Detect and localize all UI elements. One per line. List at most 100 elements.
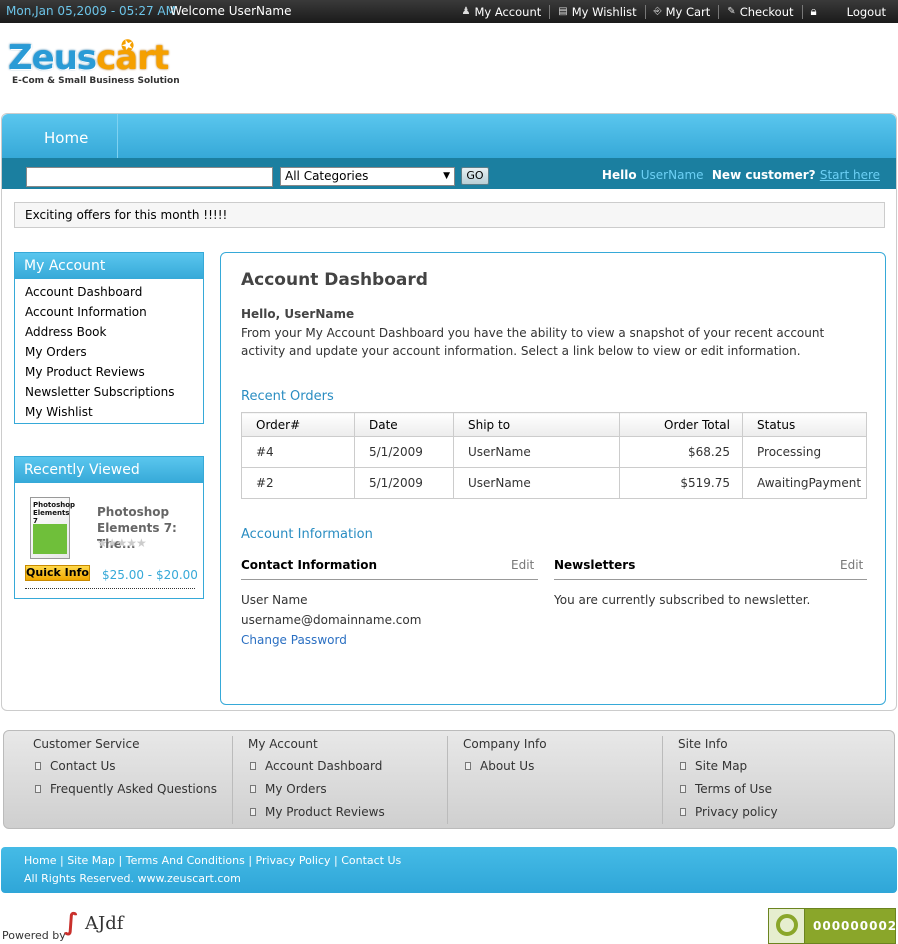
product-thumbnail[interactable]: Photoshop Elements 7: [30, 497, 76, 559]
contact-edit-link[interactable]: Edit: [511, 558, 534, 572]
col-date: Date: [354, 412, 454, 437]
bottom-link-terms[interactable]: Terms And Conditions: [126, 854, 245, 867]
footer-link-faq[interactable]: Frequently Asked Questions: [33, 782, 217, 805]
footer-link-about-us[interactable]: About Us: [463, 759, 534, 782]
bullet-icon: [680, 762, 686, 770]
divider: [554, 579, 867, 580]
checkout-link[interactable]: ✎ Checkout: [718, 4, 801, 19]
menu-my-wishlist[interactable]: My Wishlist: [25, 402, 203, 422]
footer-col-customer-service: Customer Service Contact Us Frequently A…: [33, 731, 233, 826]
menu-my-orders[interactable]: My Orders: [25, 342, 203, 362]
contact-name: User Name: [241, 593, 308, 607]
bottom-link-contact[interactable]: Contact Us: [341, 854, 401, 867]
book-cover-art: [33, 524, 67, 554]
footer-link-my-product-reviews[interactable]: My Product Reviews: [248, 805, 385, 828]
my-account-link[interactable]: ♟ My Account: [453, 5, 549, 19]
footer-col-site-info: Site Info Site Map Terms of Use Privacy …: [678, 731, 878, 826]
recent-orders-heading: Recent Orders: [241, 389, 334, 404]
star-icon: ★★★★★: [97, 536, 147, 550]
book-cover-title: Photoshop Elements 7: [33, 501, 76, 525]
footer-link-my-orders[interactable]: My Orders: [248, 782, 385, 805]
product-price: $25.00 - $20.00: [102, 568, 198, 582]
quick-info-button[interactable]: Quick Info: [25, 565, 90, 581]
search-bar: All Categories ▼ GO Hello UserName New c…: [2, 158, 896, 189]
account-information-heading: Account Information: [241, 527, 373, 542]
menu-account-dashboard[interactable]: Account Dashboard: [25, 282, 203, 302]
bullet-icon: [250, 762, 256, 770]
bottom-link-privacy[interactable]: Privacy Policy: [256, 854, 331, 867]
divider: [25, 588, 195, 589]
footer-link-account-dashboard[interactable]: Account Dashboard: [248, 759, 385, 782]
go-button[interactable]: GO: [461, 167, 489, 185]
ajdf-logo-text: AJdf: [85, 913, 124, 934]
recently-viewed-box: Recently Viewed Photoshop Elements 7 Pho…: [14, 456, 204, 599]
footer-col-my-account: My Account Account Dashboard My Orders M…: [248, 731, 448, 826]
powered-by-text: Powered by: [2, 929, 66, 942]
table-row[interactable]: #2 5/1/2009 UserName $519.75 AwaitingPay…: [241, 467, 867, 499]
recently-viewed-heading: Recently Viewed: [15, 457, 203, 483]
menu-account-information[interactable]: Account Information: [25, 302, 203, 322]
nav-band: Home: [2, 114, 896, 158]
nav-home-tab[interactable]: Home: [18, 114, 118, 158]
footer-links-band: Home | Site Map | Terms And Conditions |…: [1, 847, 897, 893]
col-ship-to: Ship to: [453, 412, 620, 437]
ajdf-mark-icon: ∫: [64, 908, 79, 936]
table-row[interactable]: #4 5/1/2009 UserName $68.25 Processing: [241, 436, 867, 468]
hello-text: Hello UserName New customer? Start here: [601, 168, 880, 182]
order-total: $519.75: [619, 467, 743, 499]
order-number: #4: [241, 436, 355, 468]
logo-tagline: E-Com & Small Business Solution: [12, 76, 180, 86]
footer-col-title: Company Info: [463, 737, 547, 751]
date-time: Mon,Jan 05,2009 - 05:27 AM: [6, 4, 176, 18]
footer-link-contact-us[interactable]: Contact Us: [33, 759, 217, 782]
footer-link-terms-of-use[interactable]: Terms of Use: [678, 782, 778, 805]
my-account-menu: Account Dashboard Account Information Ad…: [15, 279, 203, 422]
order-ship-to: UserName: [453, 436, 620, 468]
divider: [232, 736, 233, 824]
order-ship-to: UserName: [453, 467, 620, 499]
menu-my-product-reviews[interactable]: My Product Reviews: [25, 362, 203, 382]
new-customer-text: New customer?: [711, 168, 816, 182]
my-wishlist-link[interactable]: ▤ My Wishlist: [549, 4, 644, 19]
category-selected: All Categories: [285, 169, 369, 183]
bullet-icon: [35, 785, 41, 793]
divider: [662, 736, 663, 824]
newsletters-edit-link[interactable]: Edit: [840, 558, 863, 572]
contact-information-heading: Contact Information: [241, 558, 378, 572]
category-select[interactable]: All Categories ▼: [280, 167, 455, 186]
footer-link-privacy-policy[interactable]: Privacy policy: [678, 805, 778, 828]
ajdf-logo[interactable]: ∫ AJdf: [62, 908, 137, 942]
order-date: 5/1/2009: [354, 436, 454, 468]
cart-icon: ⎆: [653, 6, 662, 17]
copyright: All Rights Reserved. www.zeuscart.com: [24, 872, 241, 885]
footer-columns: Customer Service Contact Us Frequently A…: [3, 730, 895, 829]
start-here-link[interactable]: Start here: [820, 168, 880, 182]
hello-username: UserName: [640, 168, 704, 182]
divider: [447, 736, 448, 824]
logo[interactable]: Zeuscart ✪ E-Com & Small Business Soluti…: [8, 34, 223, 104]
checkout-label: Checkout: [739, 4, 794, 19]
table-header-row: Order# Date Ship to Order Total Status: [241, 412, 867, 437]
lock-icon: 🔒︎: [801, 4, 839, 19]
col-order: Order#: [241, 412, 355, 437]
menu-address-book[interactable]: Address Book: [25, 322, 203, 342]
my-cart-label: My Cart: [665, 4, 711, 19]
checkout-icon: ✎: [727, 6, 736, 17]
logout-link[interactable]: Logout: [839, 5, 888, 19]
contact-email: username@domainname.com: [241, 613, 422, 627]
offers-banner: Exciting offers for this month !!!!!: [14, 202, 885, 228]
bottom-link-home[interactable]: Home: [24, 854, 56, 867]
newsletters-heading: Newsletters: [554, 558, 636, 572]
recent-orders-table: Order# Date Ship to Order Total Status #…: [241, 412, 867, 499]
bottom-link-site-map[interactable]: Site Map: [67, 854, 115, 867]
change-password-link[interactable]: Change Password: [241, 633, 347, 647]
logo-name: Zeuscart: [8, 38, 169, 78]
my-cart-link[interactable]: ⎆ My Cart: [644, 4, 719, 19]
counter-icon: [769, 909, 805, 943]
search-input[interactable]: [26, 167, 273, 187]
top-bar: Mon,Jan 05,2009 - 05:27 AM Welcome UserN…: [0, 0, 898, 23]
footer-link-site-map[interactable]: Site Map: [678, 759, 778, 782]
chevron-down-icon: ▼: [443, 171, 450, 181]
menu-newsletter-subscriptions[interactable]: Newsletter Subscriptions: [25, 382, 203, 402]
footer-col-company-info: Company Info About Us: [463, 731, 663, 826]
